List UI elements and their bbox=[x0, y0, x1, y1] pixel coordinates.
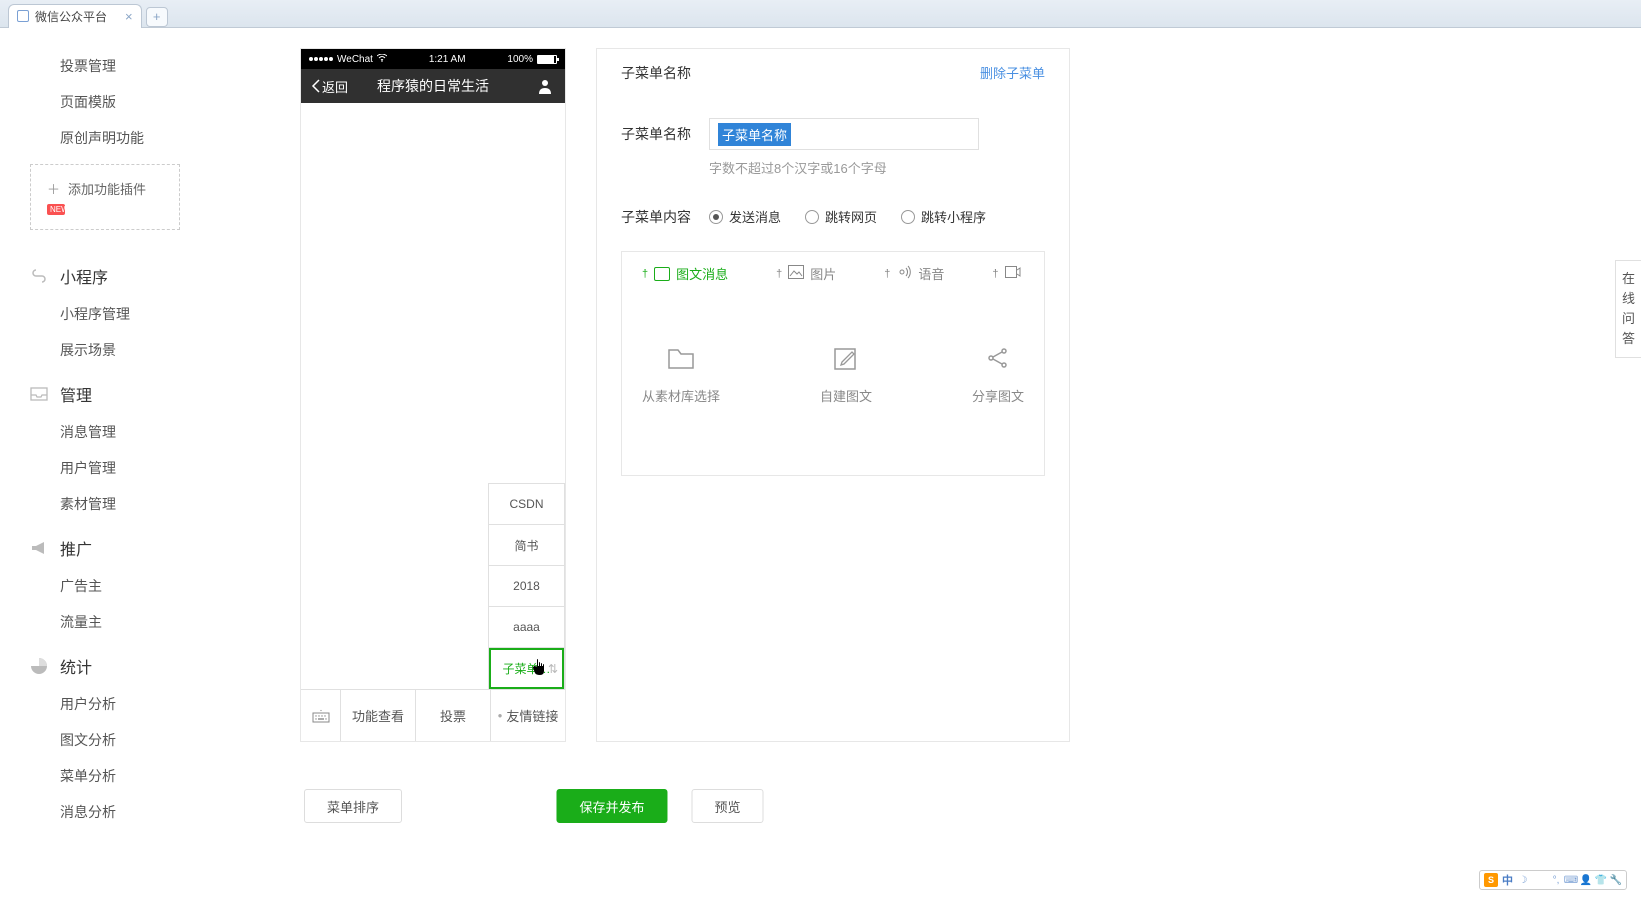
cursor-hand-icon bbox=[532, 659, 546, 678]
browser-tab-bar: 微信公众平台 × + bbox=[0, 0, 1641, 28]
ime-toolbar[interactable]: S 中 ☽ °, ⌨ 👤 👕 🔧 bbox=[1479, 870, 1627, 890]
sort-menu-button[interactable]: 菜单排序 bbox=[304, 789, 402, 823]
sidebar-section-stats: 统计 bbox=[30, 640, 220, 686]
submenu-indicator-icon: ● bbox=[498, 711, 503, 720]
sidebar-item-user-manage[interactable]: 用户管理 bbox=[30, 450, 220, 486]
nav-item-vote[interactable]: 投票 bbox=[416, 690, 491, 741]
browser-tab[interactable]: 微信公众平台 × bbox=[8, 4, 142, 28]
share-icon bbox=[984, 346, 1012, 370]
image-icon bbox=[788, 265, 804, 282]
radio-icon bbox=[709, 210, 723, 224]
config-panel: 子菜单名称 删除子菜单 子菜单名称 子菜单名称 字数不超过8个汉字或16个字母 … bbox=[596, 48, 1070, 742]
nav-item-function[interactable]: 功能查看 bbox=[341, 690, 416, 741]
sidebar-item-msg-analysis[interactable]: 消息分析 bbox=[30, 794, 220, 830]
ime-skin-icon[interactable]: 👕 bbox=[1595, 874, 1607, 886]
profile-icon[interactable] bbox=[537, 78, 553, 94]
piechart-icon bbox=[30, 657, 48, 675]
edit-icon bbox=[832, 346, 860, 370]
submenu-item-jianshu[interactable]: 简书 bbox=[489, 525, 564, 566]
megaphone-icon bbox=[30, 539, 48, 557]
tab-favicon-icon bbox=[17, 10, 29, 22]
tab-voice[interactable]: † 语音 bbox=[884, 264, 944, 283]
sidebar-item-page-template[interactable]: 页面模版 bbox=[30, 84, 220, 120]
phone-header: 返回 程序猿的日常生活 bbox=[301, 69, 565, 103]
ime-moon-icon[interactable]: ☽ bbox=[1517, 874, 1529, 886]
sidebar-item-material-manage[interactable]: 素材管理 bbox=[30, 486, 220, 522]
article-icon bbox=[654, 267, 670, 281]
battery-icon bbox=[537, 55, 557, 64]
bottom-actions: 菜单排序 保存并发布 预览 bbox=[220, 782, 1100, 830]
video-icon bbox=[1005, 266, 1021, 281]
sidebar-item-msg-manage[interactable]: 消息管理 bbox=[30, 414, 220, 450]
ime-punct-icon[interactable]: °, bbox=[1550, 874, 1562, 886]
phone-body: CSDN 简书 2018 aaaa 子菜单… ⇅ bbox=[301, 103, 565, 689]
tab-title: 微信公众平台 bbox=[35, 8, 107, 25]
radio-goto-miniprogram[interactable]: 跳转小程序 bbox=[901, 207, 986, 226]
sidebar: 投票管理 页面模版 原创声明功能 ＋ 添加功能插件 NEW 小程序 小程序管理 … bbox=[0, 28, 220, 830]
sidebar-item-user-analysis[interactable]: 用户分析 bbox=[30, 686, 220, 722]
config-title: 子菜单名称 bbox=[621, 63, 691, 83]
radio-icon bbox=[805, 210, 819, 224]
name-hint: 字数不超过8个汉字或16个字母 bbox=[709, 158, 1045, 177]
submenu-item-csdn[interactable]: CSDN bbox=[489, 484, 564, 525]
inbox-icon bbox=[30, 385, 48, 403]
submenu-name-input[interactable]: 子菜单名称 bbox=[709, 118, 979, 150]
phone-back-button[interactable]: 返回 bbox=[311, 77, 348, 96]
phone-title: 程序猿的日常生活 bbox=[377, 76, 489, 96]
voice-icon bbox=[896, 265, 912, 282]
online-qa-panel[interactable]: 在 线 问 答 bbox=[1615, 260, 1641, 358]
radio-icon bbox=[901, 210, 915, 224]
radio-send-message[interactable]: 发送消息 bbox=[709, 207, 781, 226]
delete-submenu-link[interactable]: 删除子菜单 bbox=[980, 63, 1045, 83]
tab-close-icon[interactable]: × bbox=[125, 9, 133, 24]
sidebar-section-manage: 管理 bbox=[30, 368, 220, 414]
sidebar-item-menu-analysis[interactable]: 菜单分析 bbox=[30, 758, 220, 794]
new-badge: NEW bbox=[47, 204, 65, 215]
phone-status-bar: WeChat 1:21 AM 100% bbox=[301, 49, 565, 69]
keyboard-icon[interactable] bbox=[301, 690, 341, 741]
ime-person-icon[interactable]: 👤 bbox=[1580, 874, 1592, 886]
tab-add-button[interactable]: + bbox=[146, 7, 168, 27]
radio-goto-web[interactable]: 跳转网页 bbox=[805, 207, 877, 226]
submenu-item-aaaa[interactable]: aaaa bbox=[489, 607, 564, 648]
sidebar-item-traffic[interactable]: 流量主 bbox=[30, 604, 220, 640]
phone-preview: WeChat 1:21 AM 100% 返回 程序猿的日常生活 bbox=[300, 48, 566, 742]
action-create-article[interactable]: 自建图文 bbox=[820, 346, 872, 405]
chevron-left-icon bbox=[311, 79, 320, 93]
nav-item-links[interactable]: ● 友情链接 bbox=[491, 690, 565, 741]
ime-keyboard-icon[interactable]: ⌨ bbox=[1565, 874, 1577, 886]
folder-icon bbox=[667, 346, 695, 370]
ime-lang[interactable]: 中 bbox=[1502, 872, 1513, 888]
name-label: 子菜单名称 bbox=[621, 118, 693, 144]
wifi-icon bbox=[377, 54, 387, 65]
tab-article[interactable]: † 图文消息 bbox=[642, 264, 728, 283]
submenu-popup: CSDN 简书 2018 aaaa 子菜单… ⇅ bbox=[488, 483, 565, 689]
sidebar-item-article-analysis[interactable]: 图文分析 bbox=[30, 722, 220, 758]
add-plugin-button[interactable]: ＋ 添加功能插件 NEW bbox=[30, 164, 180, 230]
sidebar-section-miniprogram: 小程序 bbox=[30, 250, 220, 296]
signal-icon bbox=[309, 57, 333, 61]
submenu-item-2018[interactable]: 2018 bbox=[489, 566, 564, 607]
phone-bottom-nav: 功能查看 投票 ● 友情链接 bbox=[301, 689, 565, 741]
content-label: 子菜单内容 bbox=[621, 201, 693, 227]
miniprogram-icon bbox=[30, 267, 48, 285]
sidebar-item-mp-manage[interactable]: 小程序管理 bbox=[30, 296, 220, 332]
ime-wrench-icon[interactable]: 🔧 bbox=[1610, 874, 1622, 886]
sidebar-item-vote-manage[interactable]: 投票管理 bbox=[30, 48, 220, 84]
tab-video[interactable]: † bbox=[992, 264, 1020, 283]
tab-image[interactable]: † 图片 bbox=[776, 264, 836, 283]
sidebar-section-promote: 推广 bbox=[30, 522, 220, 568]
sidebar-item-original-declare[interactable]: 原创声明功能 bbox=[30, 120, 220, 156]
content-type-box: † 图文消息 † 图片 † bbox=[621, 251, 1045, 476]
sort-handle-icon: ⇅ bbox=[548, 662, 558, 676]
preview-button[interactable]: 预览 bbox=[692, 789, 764, 823]
ime-logo-icon: S bbox=[1484, 873, 1498, 887]
save-publish-button[interactable]: 保存并发布 bbox=[557, 789, 668, 823]
sidebar-item-mp-scene[interactable]: 展示场景 bbox=[30, 332, 220, 368]
sidebar-item-advertiser[interactable]: 广告主 bbox=[30, 568, 220, 604]
action-from-library[interactable]: 从素材库选择 bbox=[642, 346, 720, 405]
action-share-article[interactable]: 分享图文 bbox=[972, 346, 1024, 405]
plus-icon: ＋ bbox=[47, 179, 60, 198]
submenu-item-active[interactable]: 子菜单… ⇅ bbox=[489, 648, 564, 689]
